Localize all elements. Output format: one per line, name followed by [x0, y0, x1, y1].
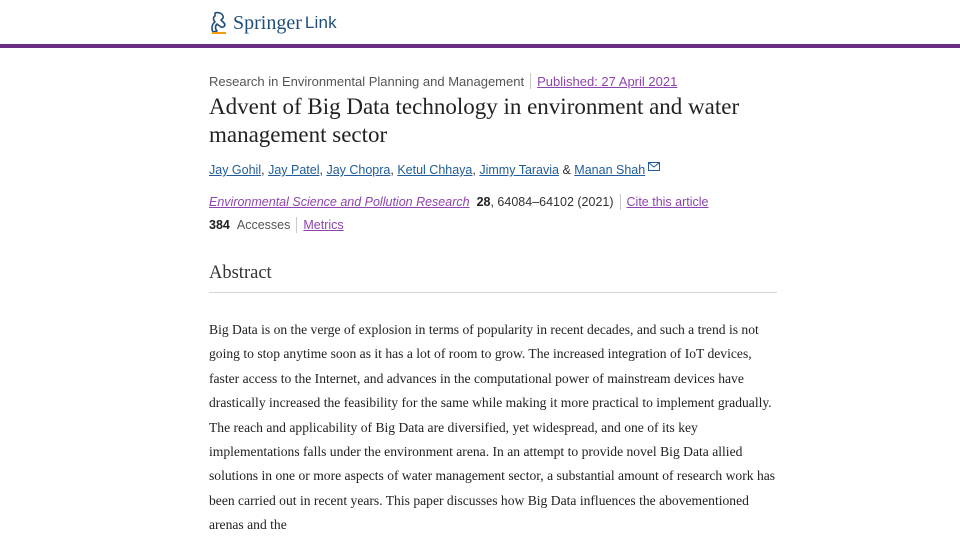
author-link[interactable]: Manan Shah	[574, 163, 645, 177]
cite-article-link[interactable]: Cite this article	[627, 195, 709, 209]
separator	[530, 73, 532, 89]
author-link[interactable]: Jay Chopra	[326, 163, 390, 177]
brand-sub: Link	[304, 13, 337, 32]
author-link[interactable]: Jimmy Taravia	[479, 163, 559, 177]
volume-number: 28	[476, 195, 491, 209]
author-separator: ,	[472, 163, 480, 177]
brand-name: Springer	[233, 11, 302, 34]
metrics-link[interactable]: Metrics	[303, 218, 343, 232]
site-header: Springer Link	[0, 0, 960, 48]
article-meta: Research in Environmental Planning and M…	[209, 73, 677, 89]
accesses-count: 384	[209, 218, 230, 232]
author-separator: ,	[390, 163, 398, 177]
article-title: Advent of Big Data technology in environ…	[209, 94, 740, 147]
springer-link-logo[interactable]: Springer Link	[209, 10, 337, 36]
separator	[296, 217, 298, 233]
pages-year: , 64084–64102 (2021)	[490, 195, 614, 209]
journal-info: Environmental Science and Pollution Rese…	[209, 194, 709, 210]
mail-icon[interactable]	[648, 161, 661, 171]
separator	[619, 194, 621, 210]
abstract-body: Big Data is on the verge of explosion in…	[209, 322, 776, 533]
article-metrics: 384 Accesses Metrics	[209, 217, 344, 233]
journal-link[interactable]: Environmental Science and Pollution Rese…	[209, 195, 470, 209]
accesses-label: Accesses	[236, 218, 291, 232]
abstract-heading: Abstract	[209, 263, 272, 283]
author-list: Jay Gohil, Jay Patel, Jay Chopra, Ketul …	[209, 161, 661, 177]
author-link[interactable]: Jay Patel	[268, 163, 319, 177]
article-series: Research in Environmental Planning and M…	[209, 73, 525, 89]
section-divider	[209, 292, 777, 293]
springer-horse-icon	[211, 11, 226, 34]
header-accent-bar	[0, 44, 960, 48]
published-date-link[interactable]: Published: 27 April 2021	[537, 74, 677, 89]
author-separator: ,	[319, 163, 327, 177]
author-separator: ,	[261, 163, 269, 177]
author-and: &	[559, 163, 575, 177]
author-link[interactable]: Ketul Chhaya	[397, 163, 472, 177]
author-link[interactable]: Jay Gohil	[209, 163, 261, 177]
